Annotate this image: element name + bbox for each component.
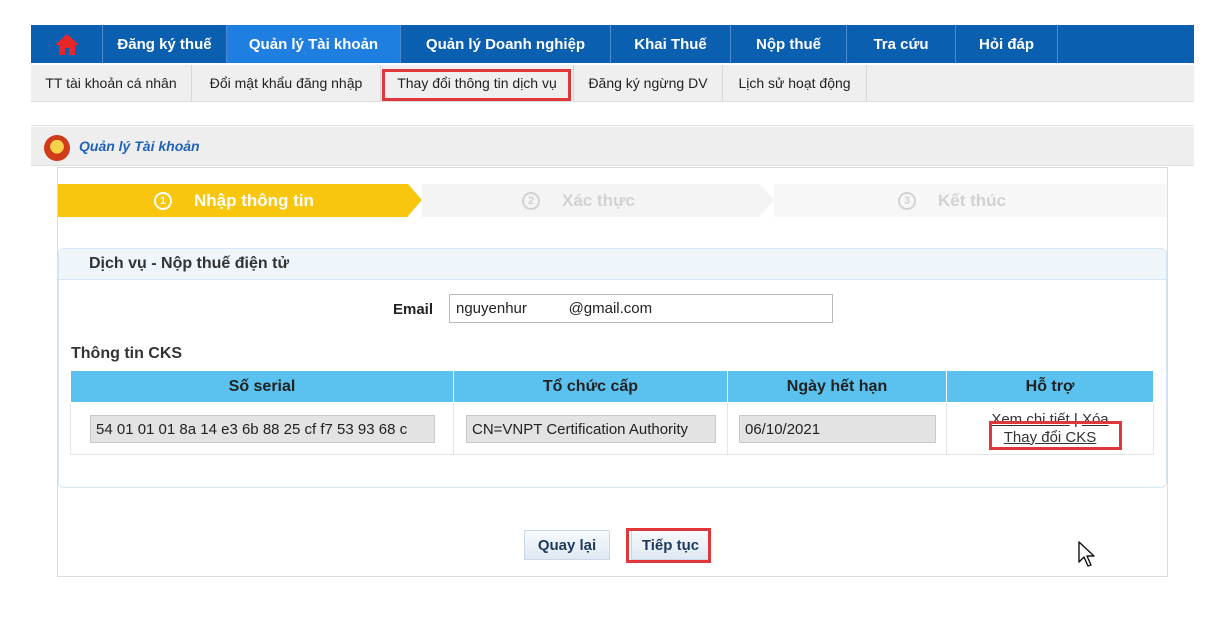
email-field[interactable] <box>449 294 833 323</box>
cell-support: Xem chi tiết | Xóa Thay đổi CKS <box>946 402 1154 455</box>
header-support: Hỗ trợ <box>946 370 1154 403</box>
step-1-arrow <box>408 184 422 216</box>
header-serial: Số serial <box>70 370 454 403</box>
step-2-number: 2 <box>522 191 540 210</box>
nav-tra-cuu[interactable]: Tra cứu <box>847 25 956 63</box>
step-1-label: Nhập thông tin <box>194 190 314 210</box>
top-navigation: Đăng ký thuế Quản lý Tài khoản Quản lý D… <box>31 25 1194 63</box>
main-panel: 1 Nhập thông tin 2 Xác thực 3 Kết thúc D… <box>57 167 1168 577</box>
issuer-value: CN=VNPT Certification Authority <box>466 414 716 443</box>
step-1-number: 1 <box>154 191 172 210</box>
service-box: Dịch vụ - Nộp thuế điện tử Email Thông t… <box>58 248 1167 488</box>
step-3: 3 Kết thúc <box>774 184 1167 217</box>
section-title: Quản lý Tài khoản <box>79 138 200 154</box>
step-2-label: Xác thực <box>562 190 635 210</box>
change-cks-link[interactable]: Thay đổi CKS <box>1004 429 1097 446</box>
step-3-number: 3 <box>898 191 916 210</box>
home-icon <box>54 34 79 55</box>
step-2-arrow <box>760 184 774 216</box>
nav-nop-thue[interactable]: Nộp thuế <box>731 25 847 63</box>
table-header-row: Số serial Tổ chức cấp Ngày hết hạn Hỗ tr… <box>70 370 1154 403</box>
section-header: Quản lý Tài khoản <box>31 127 1194 166</box>
sub-navigation: TT tài khoản cá nhân Đổi mật khẩu đăng n… <box>31 65 1194 102</box>
nav-quan-ly-tai-khoan[interactable]: Quản lý Tài khoản <box>227 25 401 63</box>
subnav-lich-su-hoat-dong[interactable]: Lịch sử hoạt động <box>723 65 867 101</box>
header-issuer: Tổ chức cấp <box>453 370 728 403</box>
table-row: 54 01 01 01 8a 14 e3 6b 88 25 cf f7 53 9… <box>70 402 1154 455</box>
subnav-tt-tai-khoan[interactable]: TT tài khoản cá nhân <box>31 65 192 101</box>
link-separator: | <box>1073 410 1078 428</box>
subnav-doi-mat-khau[interactable]: Đổi mật khẩu đăng nhập <box>192 65 381 101</box>
cell-serial: 54 01 01 01 8a 14 e3 6b 88 25 cf f7 53 9… <box>70 402 454 455</box>
back-button[interactable]: Quay lại <box>524 530 610 560</box>
cks-title: Thông tin CKS <box>71 345 183 362</box>
step-2: 2 Xác thực <box>422 184 760 217</box>
home-button[interactable] <box>31 25 103 63</box>
service-title: Dịch vụ - Nộp thuế điện tử <box>59 249 1166 280</box>
spacer-strip <box>31 102 1194 126</box>
delete-link[interactable]: Xóa <box>1082 411 1109 428</box>
next-button[interactable]: Tiếp tục <box>631 530 710 560</box>
cell-issuer: CN=VNPT Certification Authority <box>453 402 728 455</box>
nav-quan-ly-doanh-nghiep[interactable]: Quản lý Doanh nghiệp <box>401 25 611 63</box>
expiry-value: 06/10/2021 <box>739 414 936 443</box>
subnav-dang-ky-ngung-dv[interactable]: Đăng ký ngừng DV <box>574 65 723 101</box>
cell-expiry: 06/10/2021 <box>727 402 947 455</box>
subnav-thay-doi-thong-tin-dich-vu[interactable]: Thay đổi thông tin dịch vụ <box>381 65 574 101</box>
national-emblem-icon <box>44 135 70 161</box>
serial-value: 54 01 01 01 8a 14 e3 6b 88 25 cf f7 53 9… <box>90 414 435 443</box>
nav-hoi-dap[interactable]: Hỏi đáp <box>956 25 1058 63</box>
nav-khai-thue[interactable]: Khai Thuế <box>611 25 731 63</box>
view-detail-link[interactable]: Xem chi tiết <box>991 411 1069 428</box>
step-1: 1 Nhập thông tin <box>58 184 408 217</box>
progress-steps: 1 Nhập thông tin 2 Xác thực 3 Kết thúc <box>58 184 1167 217</box>
header-expiry: Ngày hết hạn <box>727 370 947 403</box>
step-3-label: Kết thúc <box>938 190 1006 210</box>
mouse-cursor-icon <box>1078 541 1095 567</box>
nav-dang-ky-thue[interactable]: Đăng ký thuế <box>103 25 227 63</box>
cks-table: Số serial Tổ chức cấp Ngày hết hạn Hỗ tr… <box>70 370 1154 455</box>
email-label: Email <box>393 301 434 318</box>
